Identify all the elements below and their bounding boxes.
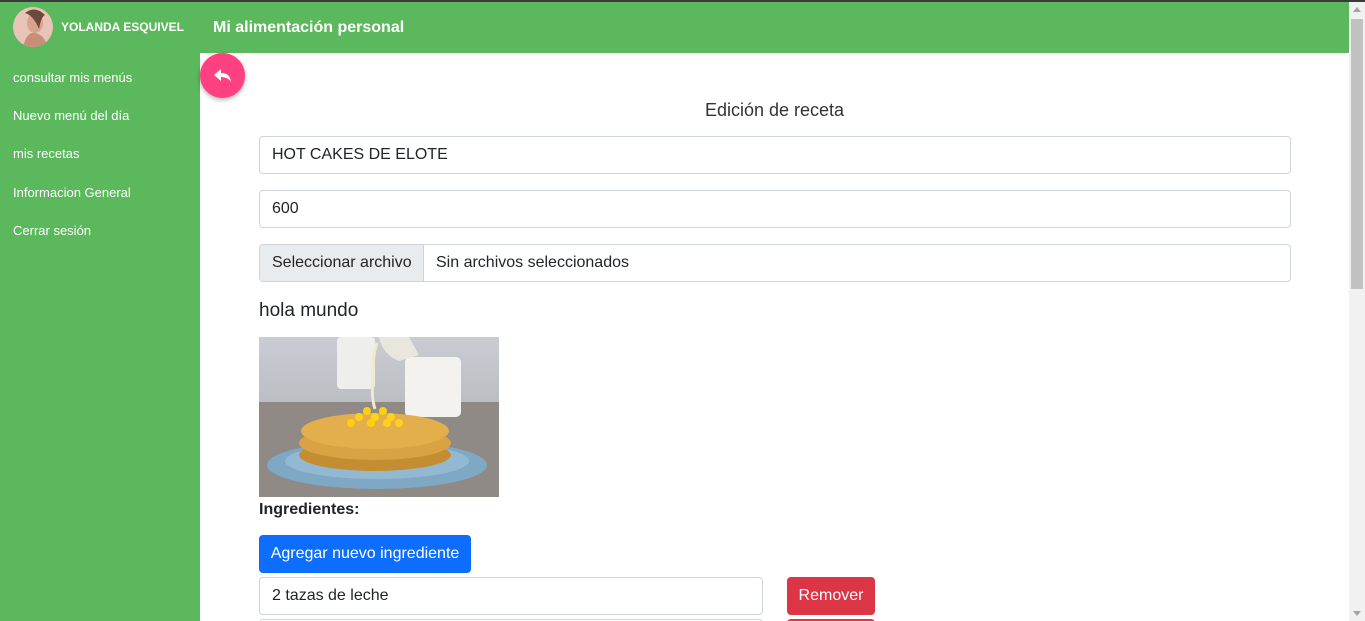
avatar bbox=[13, 7, 53, 47]
ingredient-input[interactable]: 2 tazas de leche bbox=[259, 577, 763, 615]
recipe-description: hola mundo bbox=[259, 300, 359, 321]
sidebar-item-cerrar-sesion[interactable]: Cerrar sesión bbox=[0, 211, 200, 249]
page-title: Edición de receta bbox=[704, 100, 845, 120]
file-status-text: Sin archivos seleccionados bbox=[436, 254, 629, 271]
app-header: Mi alimentación personal bbox=[200, 2, 1349, 53]
calories-input[interactable]: 600 bbox=[259, 190, 1291, 228]
sidebar: YOLANDA ESQUIVEL consultar mis menús Nue… bbox=[0, 2, 200, 621]
user-profile: YOLANDA ESQUIVEL bbox=[0, 2, 200, 52]
sidebar-item-nuevo-menu[interactable]: Nuevo menú del día bbox=[0, 96, 200, 134]
sidebar-item-mis-recetas[interactable]: mis recetas bbox=[0, 134, 200, 172]
recipe-name-input[interactable]: HOT CAKES DE ELOTE bbox=[259, 136, 1291, 174]
scroll-down-arrow-icon[interactable] bbox=[1353, 611, 1361, 616]
header-title: Mi alimentación personal bbox=[213, 19, 405, 36]
sidebar-item-consultar-menus[interactable]: consultar mis menús bbox=[0, 58, 200, 96]
select-file-button[interactable]: Seleccionar archivo bbox=[260, 245, 424, 281]
scroll-thumb[interactable] bbox=[1351, 19, 1363, 289]
back-button[interactable] bbox=[200, 53, 245, 98]
add-ingredient-button[interactable]: Agregar nuevo ingrediente bbox=[259, 535, 471, 573]
image-file-input[interactable]: Seleccionar archivo Sin archivos selecci… bbox=[259, 244, 1291, 282]
reply-arrow-icon bbox=[213, 68, 231, 82]
remove-ingredient-button[interactable]: Remover bbox=[787, 577, 875, 615]
page-scrollbar[interactable] bbox=[1349, 2, 1365, 621]
scroll-up-arrow-icon[interactable] bbox=[1353, 7, 1361, 12]
recipe-image bbox=[259, 337, 499, 497]
sidebar-item-informacion-general[interactable]: Informacion General bbox=[0, 173, 200, 211]
ingredients-label: Ingredientes: bbox=[259, 501, 360, 518]
sidebar-nav: consultar mis menús Nuevo menú del día m… bbox=[0, 58, 200, 249]
user-name: YOLANDA ESQUIVEL bbox=[61, 20, 184, 34]
